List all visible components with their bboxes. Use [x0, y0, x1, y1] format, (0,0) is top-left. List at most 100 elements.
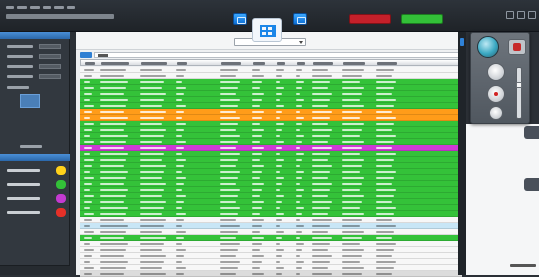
- table-cell: [220, 225, 240, 227]
- column-header[interactable]: [297, 62, 305, 65]
- column-header[interactable]: [141, 62, 167, 65]
- property-value[interactable]: [39, 44, 61, 49]
- table-cell: [342, 93, 362, 95]
- table-cell: [376, 87, 394, 89]
- column-header[interactable]: [377, 62, 397, 65]
- column-header[interactable]: [101, 62, 129, 65]
- grid-view-button[interactable]: [252, 18, 282, 42]
- table-cell: [252, 117, 262, 119]
- close-icon[interactable]: [528, 11, 536, 19]
- property-row: [7, 44, 65, 50]
- menu-item[interactable]: [67, 6, 75, 9]
- table-cell: [84, 249, 94, 251]
- scrollbar-thumb[interactable]: [460, 38, 464, 46]
- column-header[interactable]: [221, 62, 241, 65]
- menu-item[interactable]: [54, 6, 64, 9]
- column-header[interactable]: [85, 62, 95, 65]
- table-cell: [252, 105, 260, 107]
- table-cell: [376, 249, 394, 251]
- table-cell: [276, 249, 284, 251]
- status-indicator-red[interactable]: [349, 14, 391, 24]
- table-cell: [296, 81, 304, 83]
- table-cell: [176, 123, 186, 125]
- minimize-icon[interactable]: [506, 11, 514, 19]
- column-header[interactable]: [277, 62, 285, 65]
- table-cell: [220, 87, 238, 89]
- side-tab[interactable]: [524, 178, 539, 191]
- table-cell: [100, 111, 124, 113]
- table-cell: [220, 93, 236, 95]
- column-header[interactable]: [253, 62, 265, 65]
- table-cell: [176, 195, 186, 197]
- property-value[interactable]: [39, 54, 61, 59]
- table-cell: [276, 237, 282, 239]
- table-cell: [376, 159, 394, 161]
- table-cell: [100, 243, 128, 245]
- menu-item[interactable]: [6, 6, 14, 9]
- circle-button-icon[interactable]: [487, 85, 505, 103]
- dial-icon[interactable]: [477, 36, 499, 58]
- table-cell: [140, 117, 164, 119]
- table-cell: [276, 267, 284, 269]
- table-cell: [252, 255, 264, 257]
- table-cell: [220, 135, 240, 137]
- table-cell: [312, 123, 328, 125]
- table-cell: [252, 231, 260, 233]
- table-cell: [312, 249, 328, 251]
- window-icon[interactable]: [233, 13, 247, 25]
- table-cell: [296, 87, 302, 89]
- table-cell: [296, 213, 302, 215]
- table-cell: [376, 105, 394, 107]
- table-cell: [252, 93, 264, 95]
- table-cell: [312, 195, 328, 197]
- table-cell: [276, 129, 282, 131]
- column-header[interactable]: [313, 62, 333, 65]
- legend-swatch: [56, 180, 66, 189]
- maximize-icon[interactable]: [517, 11, 525, 19]
- table-cell: [312, 105, 328, 107]
- table-cell: [84, 141, 94, 143]
- table-cell: [84, 93, 92, 95]
- side-tab[interactable]: [524, 126, 539, 139]
- menu-item[interactable]: [30, 6, 40, 9]
- table-cell: [100, 105, 126, 107]
- column-header[interactable]: [177, 62, 187, 65]
- control-panel: [470, 32, 530, 124]
- slider-icon[interactable]: [516, 67, 522, 119]
- table-row[interactable]: [80, 271, 462, 277]
- table-cell: [312, 75, 332, 77]
- search-tag[interactable]: [80, 52, 92, 58]
- window-controls: [506, 11, 536, 19]
- table-cell: [376, 219, 392, 221]
- record-icon[interactable]: [508, 39, 526, 55]
- table-cell: [100, 249, 126, 251]
- table-cell: [84, 87, 94, 89]
- menu-item[interactable]: [43, 6, 51, 9]
- table-cell: [312, 87, 328, 89]
- circle-button-icon[interactable]: [489, 106, 503, 120]
- menu-item[interactable]: [17, 6, 27, 9]
- table-cell: [84, 129, 92, 131]
- table-cell: [100, 129, 124, 131]
- table-cell: [100, 255, 124, 257]
- legend-label: [7, 197, 40, 200]
- table-cell: [252, 243, 262, 245]
- property-value[interactable]: [39, 64, 61, 69]
- table-cell: [342, 195, 364, 197]
- window-icon[interactable]: [293, 13, 307, 25]
- slider-thumb[interactable]: [516, 82, 522, 88]
- search-input[interactable]: [94, 52, 462, 58]
- column-header[interactable]: [343, 62, 365, 65]
- table-cell: [176, 255, 184, 257]
- table-cell: [252, 153, 262, 155]
- table-cell: [296, 195, 302, 197]
- table-cell: [252, 99, 262, 101]
- table-cell: [100, 213, 126, 215]
- status-indicator-green[interactable]: [401, 14, 443, 24]
- vertical-scrollbar[interactable]: [458, 32, 466, 275]
- property-value[interactable]: [39, 74, 61, 79]
- circle-button-icon[interactable]: [487, 63, 505, 81]
- table-cell: [376, 225, 396, 227]
- table-cell: [84, 225, 90, 227]
- table-cell: [176, 189, 182, 191]
